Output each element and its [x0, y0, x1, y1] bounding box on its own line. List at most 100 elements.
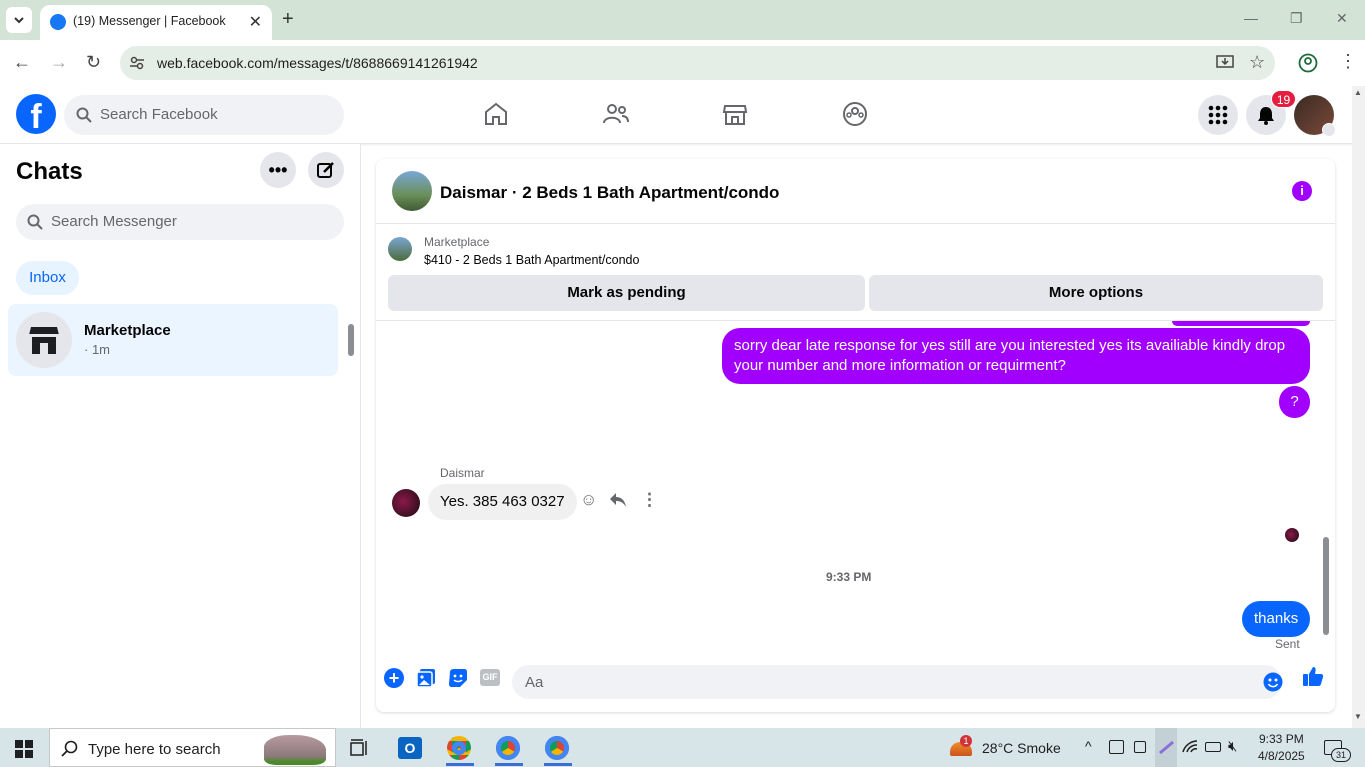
previous-message-tail [1172, 321, 1310, 326]
minimize-button[interactable]: — [1244, 10, 1258, 26]
outlook-app-icon[interactable]: O [398, 737, 422, 759]
site-settings-icon[interactable] [129, 55, 145, 71]
page-scrollbar[interactable]: ▲ ▼ [1352, 86, 1365, 728]
reply-icon[interactable] [609, 492, 627, 508]
plus-icon[interactable]: + [384, 668, 404, 688]
search-highlight-hippo-image [264, 735, 326, 765]
tab-list-button[interactable] [6, 7, 32, 33]
windows-taskbar: Type here to search O 1 28°C Smoke ^ 🔇︎ … [0, 728, 1365, 767]
chrome-profile-app-icon[interactable] [496, 736, 520, 760]
notification-badge: 19 [1271, 90, 1296, 108]
conversation-info-icon[interactable]: i [1292, 181, 1312, 201]
message-bubble-outgoing[interactable]: ? [1279, 386, 1310, 418]
close-window-button[interactable]: ✕ [1336, 10, 1348, 27]
message-input-placeholder: Aa [525, 674, 544, 691]
more-dots-icon: ••• [268, 160, 288, 180]
chats-options-button[interactable]: ••• [260, 152, 296, 188]
tab-title: (19) Messenger | Facebook [73, 14, 226, 28]
new-message-button[interactable] [308, 152, 344, 188]
scroll-down-arrow-icon[interactable]: ▼ [1354, 712, 1362, 721]
chat-name: Marketplace [84, 322, 171, 339]
taskbar-search-placeholder: Type here to search [88, 741, 221, 758]
url-text: web.facebook.com/messages/t/868866914126… [157, 55, 478, 71]
search-icon [61, 740, 78, 757]
camera-icon[interactable] [1134, 741, 1146, 753]
chats-sidebar: Chats ••• Search Messenger Inbox Marketp… [0, 144, 361, 728]
new-tab-button[interactable]: + [282, 8, 294, 31]
active-app-indicator [544, 763, 572, 766]
windows-start-icon[interactable] [15, 740, 33, 758]
mark-as-pending-button[interactable]: Mark as pending [388, 275, 865, 311]
profile-icon[interactable] [1298, 53, 1318, 73]
message-bubble-outgoing[interactable]: sorry dear late response for yes still a… [722, 328, 1310, 384]
clock-time[interactable]: 9:33 PM [1259, 732, 1304, 746]
forward-button[interactable]: → [50, 52, 68, 73]
gif-icon[interactable]: GIF [480, 669, 500, 686]
messenger-search-input[interactable]: Search Messenger [16, 204, 344, 240]
facebook-search-input[interactable]: Search Facebook [64, 95, 344, 135]
scrollbar-thumb[interactable] [348, 324, 354, 356]
conversation-avatar[interactable] [392, 171, 432, 211]
scrollbar-thumb[interactable] [1323, 537, 1329, 635]
reload-button[interactable]: ↻ [86, 52, 101, 73]
search-icon [27, 214, 43, 230]
install-app-icon[interactable] [1216, 55, 1234, 71]
chrome-profile-app-icon[interactable] [545, 736, 569, 760]
browser-tab-active[interactable]: (19) Messenger | Facebook ✕ [40, 5, 272, 40]
react-smiley-icon[interactable]: ☺ [580, 490, 597, 510]
photo-icon[interactable] [416, 668, 436, 688]
listing-title[interactable]: $410 - 2 Beds 1 Bath Apartment/condo [424, 253, 639, 267]
menu-grid-button[interactable] [1198, 95, 1238, 135]
emoji-icon[interactable] [1263, 672, 1283, 692]
marketplace-label: Marketplace [424, 235, 490, 249]
tab-inbox[interactable]: Inbox [16, 261, 79, 295]
scroll-up-arrow-icon[interactable]: ▲ [1354, 88, 1362, 97]
restore-button[interactable]: ❐ [1290, 10, 1303, 27]
listing-thumbnail[interactable] [388, 237, 412, 261]
address-bar[interactable]: web.facebook.com/messages/t/868866914126… [120, 46, 1275, 80]
groups-icon[interactable] [841, 100, 869, 128]
volume-muted-icon[interactable]: 🔇︎ [1228, 738, 1237, 755]
show-hidden-icons-chevron-icon[interactable]: ^ [1085, 738, 1092, 754]
thumbs-up-icon[interactable] [1302, 665, 1324, 687]
marketplace-icon[interactable] [721, 100, 749, 128]
weather-text[interactable]: 28°C Smoke [982, 740, 1061, 756]
grid-icon [1208, 105, 1228, 125]
active-app-indicator [495, 763, 523, 766]
message-more-icon[interactable]: ⋮ [641, 490, 658, 510]
marketplace-store-icon [29, 327, 59, 354]
message-bubble-outgoing[interactable]: thanks [1242, 601, 1311, 637]
sticker-icon[interactable] [448, 668, 468, 688]
taskbar-search-box[interactable]: Type here to search [49, 728, 336, 767]
bookmark-star-icon[interactable]: ☆ [1249, 52, 1265, 73]
task-view-icon[interactable] [350, 739, 370, 757]
messages-scrollbar[interactable] [1320, 327, 1332, 647]
home-icon[interactable] [482, 100, 510, 128]
search-icon [76, 107, 92, 123]
chat-list-scrollbar[interactable] [346, 306, 356, 374]
chats-title: Chats [16, 158, 83, 185]
conversation-title[interactable]: Daismar · 2 Beds 1 Bath Apartment/condo [440, 183, 779, 203]
message-input[interactable]: Aa [512, 665, 1283, 699]
facebook-logo[interactable]: f [16, 94, 56, 134]
active-app-indicator [446, 763, 474, 766]
notification-center-badge: 31 [1331, 748, 1351, 762]
more-options-button[interactable]: More options [869, 275, 1323, 311]
chat-list-item[interactable]: Marketplace · 1m [8, 304, 338, 376]
account-chevron-icon[interactable] [1322, 123, 1336, 137]
back-button[interactable]: ← [13, 52, 31, 73]
sender-avatar[interactable] [392, 489, 420, 517]
friends-icon[interactable] [602, 100, 630, 128]
battery-icon[interactable] [1205, 742, 1221, 752]
close-tab-icon[interactable]: ✕ [249, 12, 262, 32]
meet-now-icon[interactable] [1109, 740, 1124, 754]
clock-date[interactable]: 4/8/2025 [1258, 749, 1305, 763]
message-sender-name: Daismar [440, 466, 485, 480]
message-bubble-incoming[interactable]: Yes. 385 463 0327 [428, 484, 577, 520]
browser-menu-icon[interactable]: ⋮ [1339, 51, 1357, 72]
weather-badge: 1 [960, 735, 972, 747]
chrome-app-icon[interactable] [447, 736, 471, 760]
pen-app-icon-highlight[interactable] [1155, 728, 1177, 767]
browser-toolbar: ← → ↻ web.facebook.com/messages/t/868866… [0, 40, 1365, 86]
wifi-icon[interactable] [1182, 740, 1198, 754]
